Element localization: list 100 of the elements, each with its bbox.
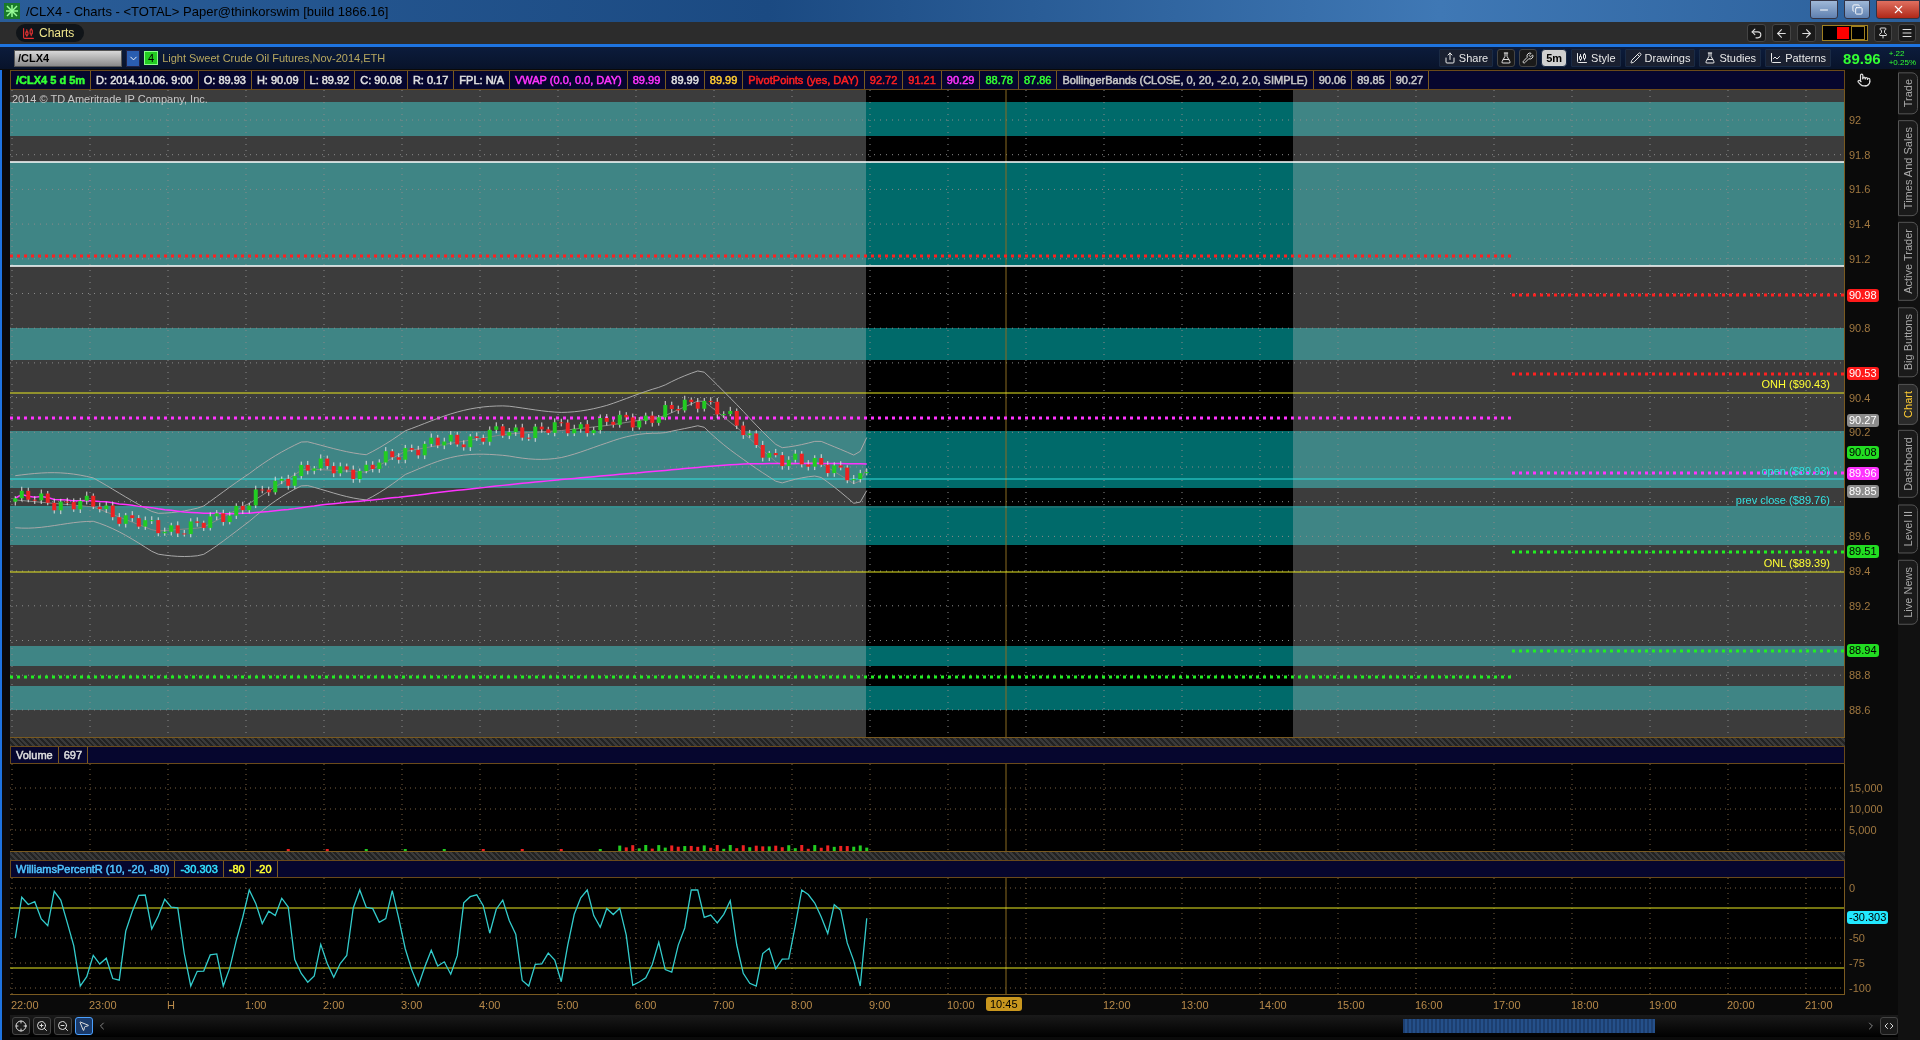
expand-button[interactable] [1880,1017,1898,1035]
pointer-icon[interactable] [1857,73,1871,87]
time-tick: 1:00 [245,999,267,1011]
line-label: prev close ($89.76) [1735,494,1830,506]
side-tab[interactable]: Big Buttons [1898,307,1918,378]
line-label: ONL ($89.39) [1763,557,1830,569]
volume-bar [839,845,843,851]
price-tag: 88.94 [1847,644,1879,657]
toolbar-button[interactable]: Studies [1699,49,1762,67]
link-badge: 4 [144,51,159,65]
volume-bar [852,846,856,851]
volume-bar [774,845,778,851]
toolbar-button[interactable]: Share [1438,49,1494,67]
volume-bar [845,846,849,851]
flask-button[interactable] [1497,49,1516,67]
side-tab[interactable]: Trade [1898,72,1918,115]
price-tick: 88.6 [1849,703,1871,716]
time-tick: 2:00 [323,999,345,1011]
oscillator-tick: -75 [1849,957,1865,969]
side-tab[interactable]: Chart [1898,383,1918,425]
scrollbar-thumb[interactable] [1402,1019,1655,1033]
study-value: R: 0.17 [412,74,449,86]
volume-bar [657,845,661,851]
pointer-button[interactable] [75,1017,93,1035]
toolbar-button[interactable]: Patterns [1765,49,1832,67]
toolbar-button[interactable]: Style [1571,49,1621,67]
color-swatch[interactable] [1822,25,1868,41]
time-tick: 23:00 [89,999,117,1011]
time-cursor-tag: 10:45 [986,997,1022,1011]
pin-button[interactable] [1874,24,1892,42]
study-value: C: 90.08 [360,74,402,86]
app-logo-icon [4,3,20,19]
back-button[interactable] [1772,24,1791,42]
price-tick: 91.2 [1849,252,1871,265]
time-tick: 17:00 [1493,999,1521,1011]
time-tick: 19:00 [1649,999,1677,1011]
price-tick: 90.4 [1849,391,1871,404]
volume-bar [858,845,862,851]
study-value: D: 2014.10.06. 9:00 [96,74,193,86]
study-value: -30.303 [180,863,218,875]
side-tab[interactable]: Times And Sales [1898,120,1918,217]
price-tick: 89.6 [1849,530,1871,543]
price-tick: 90.8 [1849,322,1871,335]
oscillator-tag: -30.303 [1847,911,1889,924]
volume-tick: 5,000 [1849,824,1877,836]
minimize-button[interactable] [1810,0,1838,19]
line-label: ONH ($90.43) [1761,378,1830,390]
volume-bar [702,845,706,851]
candlestick-icon [22,26,35,40]
study-value: -20 [255,863,272,875]
volume-bar [631,845,635,851]
wrench-icon [1522,52,1535,64]
side-tab[interactable]: Level II [1898,504,1918,554]
volume-bar [618,845,622,851]
undo-button[interactable] [1747,24,1766,42]
zoom-in-button[interactable] [33,1017,51,1035]
time-tick: 21:00 [1805,999,1833,1011]
study-value: 89.99 [671,74,699,86]
wrench-button[interactable] [1519,49,1538,67]
volume-tick: 15,000 [1849,782,1883,794]
side-tab[interactable]: Active Trader [1898,222,1918,302]
symbol-dropdown[interactable] [126,49,140,67]
volume-bar [767,846,771,851]
copyright-text: 2014 © TD Ameritrade IP Company, Inc. [12,93,208,105]
study-value: 90.27 [1395,74,1424,86]
price-tick: 91.6 [1849,183,1871,196]
volume-bar [683,846,687,851]
interval-button[interactable]: 5m [1541,49,1568,67]
study-value: H: 90.09 [256,74,299,86]
side-tab[interactable]: Live News [1898,559,1918,625]
crosshair-icon [15,1020,27,1032]
side-tab[interactable]: Dashboard [1898,430,1918,499]
zoom-out-icon [57,1020,69,1032]
volume-bar [826,845,830,851]
time-tick: 22:00 [11,999,39,1011]
time-tick: 6:00 [635,999,657,1011]
price-tag: 90.27 [1847,414,1879,427]
toolbar-button[interactable]: Drawings [1624,49,1696,67]
time-tick: H [167,999,175,1011]
volume-bar [715,845,719,851]
charts-tab[interactable]: Charts [16,24,85,42]
candlestick-icon [1576,52,1589,64]
study-value: 90.29 [946,74,975,86]
pencil-icon [1629,52,1642,64]
time-tick: 8:00 [791,999,813,1011]
close-button[interactable] [1876,0,1920,19]
symbol-field[interactable]: /CLX4 [14,49,122,67]
volume-bar [696,846,700,851]
study-value: 697 [63,749,83,761]
menu-button[interactable] [1898,24,1916,42]
time-tick: 18:00 [1571,999,1599,1011]
study-value: 89.99 [709,74,738,86]
maximize-button[interactable] [1844,0,1870,19]
flask-icon [1500,52,1513,64]
zoom-out-button[interactable] [54,1017,72,1035]
price-tick: 90.2 [1849,426,1871,439]
forward-button[interactable] [1797,24,1816,42]
menu-icon [1901,27,1913,39]
price-tick: 91.8 [1849,148,1871,161]
crosshair-button[interactable] [12,1017,30,1035]
